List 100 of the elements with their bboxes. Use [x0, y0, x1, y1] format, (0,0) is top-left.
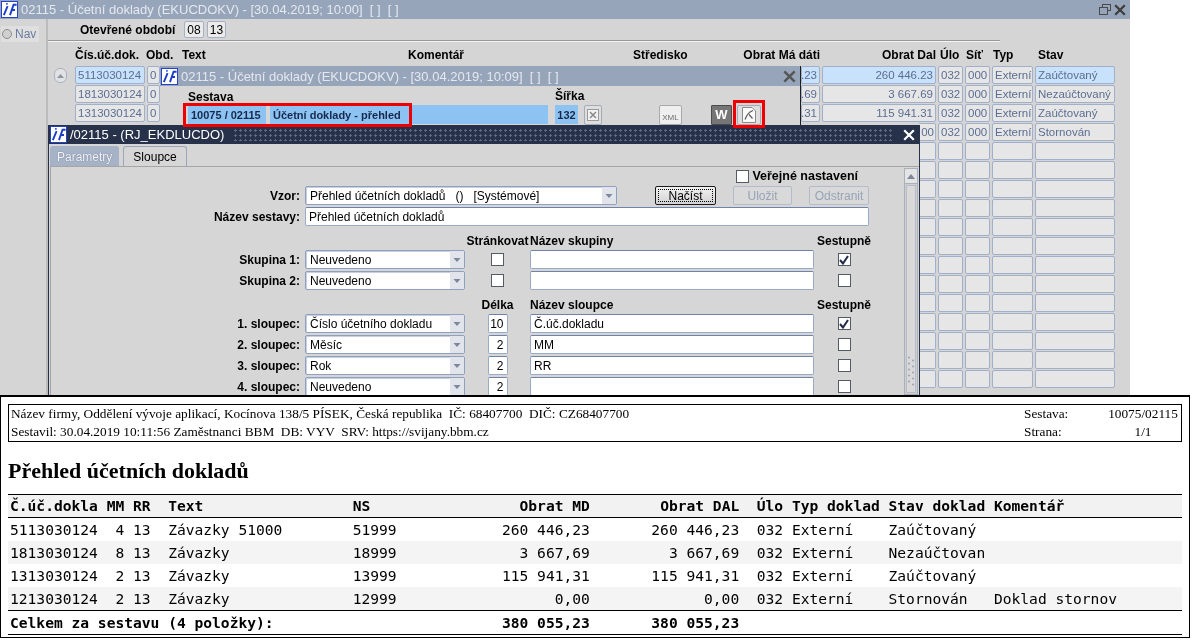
record-field[interactable]: [1035, 256, 1115, 274]
checkbox[interactable]: [837, 380, 851, 393]
record-field[interactable]: [938, 275, 963, 293]
dropdown[interactable]: Neuvedeno: [305, 250, 465, 269]
record-field[interactable]: 3 667.69: [822, 85, 936, 103]
record-field[interactable]: 1313030124: [75, 104, 145, 122]
record-field[interactable]: [938, 180, 963, 198]
record-field[interactable]: [1035, 237, 1115, 255]
record-field[interactable]: [938, 142, 963, 160]
record-field[interactable]: [938, 161, 963, 179]
record-field[interactable]: [938, 313, 963, 331]
record-field[interactable]: [1035, 218, 1115, 236]
record-field[interactable]: [965, 142, 990, 160]
checkbox[interactable]: [736, 169, 750, 183]
xml-export-button[interactable]: XML: [659, 104, 682, 125]
record-field[interactable]: [938, 351, 963, 369]
record-field[interactable]: [992, 180, 1033, 198]
record-field[interactable]: [1035, 332, 1115, 350]
record-field[interactable]: [965, 370, 990, 388]
text-field[interactable]: [530, 377, 814, 395]
record-field[interactable]: 0: [147, 85, 160, 103]
record-field[interactable]: [1035, 142, 1115, 160]
dropdown[interactable]: Rok: [305, 356, 465, 375]
scrollbar-thumb[interactable]: [906, 185, 916, 393]
text-field[interactable]: [530, 250, 814, 269]
record-field[interactable]: [965, 332, 990, 350]
record-field[interactable]: Externí: [992, 85, 1033, 103]
record-field[interactable]: [965, 161, 990, 179]
record-field[interactable]: [1035, 313, 1115, 331]
record-field[interactable]: [1035, 275, 1115, 293]
scroll-up-button[interactable]: [54, 68, 67, 83]
record-field[interactable]: 00: [919, 123, 936, 141]
length-field[interactable]: 10: [487, 314, 508, 333]
checkbox[interactable]: [491, 253, 504, 266]
record-field[interactable]: 5113030124: [75, 66, 145, 84]
record-field[interactable]: 000: [965, 104, 990, 122]
record-field[interactable]: .31: [801, 104, 820, 122]
record-field[interactable]: .23: [801, 66, 820, 84]
record-field[interactable]: Nezaúčtovaný: [1035, 85, 1115, 103]
record-field[interactable]: [1035, 351, 1115, 369]
dropdown[interactable]: Měsíc: [305, 335, 465, 354]
record-field[interactable]: [965, 237, 990, 255]
record-field[interactable]: Stornován: [1035, 123, 1115, 141]
text-field[interactable]: Č.úč.dokladu: [530, 314, 814, 333]
record-field[interactable]: 0: [147, 104, 160, 122]
record-field[interactable]: [965, 199, 990, 217]
record-field[interactable]: [938, 256, 963, 274]
dropdown[interactable]: Neuvedeno: [305, 271, 465, 290]
dialog-button[interactable]: Načíst: [655, 186, 716, 205]
record-field[interactable]: 000: [965, 66, 990, 84]
record-field[interactable]: [1035, 161, 1115, 179]
record-field[interactable]: [965, 294, 990, 312]
record-field[interactable]: [992, 142, 1033, 160]
record-field[interactable]: [992, 294, 1033, 312]
length-field[interactable]: 2: [487, 335, 508, 354]
record-field[interactable]: [1035, 294, 1115, 312]
record-field[interactable]: 0: [147, 66, 160, 84]
month-field[interactable]: 08: [184, 21, 204, 38]
text-field[interactable]: [530, 271, 814, 290]
record-field[interactable]: 032: [938, 123, 963, 141]
record-field[interactable]: [992, 332, 1033, 350]
record-field[interactable]: [992, 275, 1033, 293]
record-field[interactable]: [992, 370, 1033, 388]
record-field[interactable]: 260 446.23: [822, 66, 936, 84]
record-field[interactable]: [965, 218, 990, 236]
record-field[interactable]: 032: [938, 104, 963, 122]
report-name-field[interactable]: Účetní doklady - přehled: [270, 105, 548, 124]
dropdown[interactable]: Neuvedeno: [305, 377, 465, 395]
record-field[interactable]: [938, 294, 963, 312]
checkbox[interactable]: [837, 253, 851, 266]
word-export-button[interactable]: W: [711, 104, 732, 125]
record-field[interactable]: [992, 351, 1033, 369]
width-field[interactable]: 132: [555, 105, 578, 124]
record-field[interactable]: 000: [965, 85, 990, 103]
record-field[interactable]: 000: [965, 123, 990, 141]
record-field[interactable]: [992, 161, 1033, 179]
record-field[interactable]: 1813030124: [75, 85, 145, 103]
record-field[interactable]: [938, 199, 963, 217]
record-field[interactable]: [1035, 370, 1115, 388]
scrollbar[interactable]: [904, 168, 918, 395]
record-field[interactable]: [1035, 180, 1115, 198]
record-field[interactable]: [965, 351, 990, 369]
record-field[interactable]: [965, 256, 990, 274]
text-field[interactable]: RR: [530, 356, 814, 375]
length-field[interactable]: 2: [487, 377, 508, 395]
record-field[interactable]: [965, 180, 990, 198]
restore-icon[interactable]: [1099, 4, 1111, 15]
dropdown[interactable]: Přehled účetních dokladů () [Systémové]: [305, 186, 617, 205]
record-field[interactable]: Zaúčtovaný: [1035, 66, 1115, 84]
checkbox[interactable]: [837, 338, 851, 351]
record-field[interactable]: [938, 218, 963, 236]
checkbox[interactable]: [837, 359, 851, 372]
dropdown[interactable]: Číslo účetního dokladu: [305, 314, 465, 333]
checkbox[interactable]: [837, 317, 851, 330]
record-field[interactable]: [1035, 199, 1115, 217]
record-field[interactable]: [992, 256, 1033, 274]
export-button[interactable]: [584, 104, 602, 125]
record-field[interactable]: [938, 370, 963, 388]
record-field[interactable]: Zaúčtovaný: [1035, 104, 1115, 122]
export-button[interactable]: [737, 104, 761, 125]
